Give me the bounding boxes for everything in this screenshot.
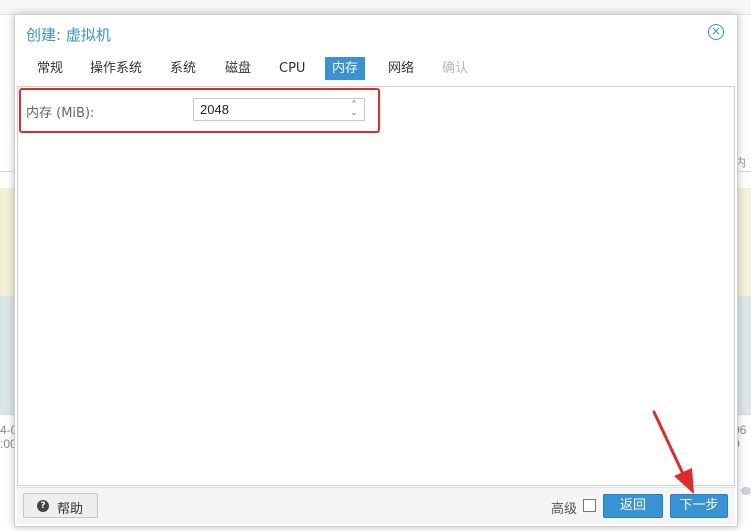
tab-memory[interactable]: 内存: [325, 57, 366, 80]
back-button[interactable]: 返回: [603, 494, 663, 518]
help-icon: ?: [37, 500, 49, 512]
tab-system[interactable]: 系统: [163, 57, 203, 80]
advanced-label: 高级: [551, 502, 578, 517]
dialog-footer: ? 帮助 高级 返回 下一步: [17, 487, 735, 524]
advanced-checkbox[interactable]: [583, 499, 596, 512]
memory-panel: 内存 (MiB): 2048 ⌃ ⌄: [17, 86, 735, 486]
background-scroll-handle: [741, 487, 751, 495]
tab-disk[interactable]: 磁盘: [218, 57, 258, 80]
dialog-header: 创建: 虚拟机 ×: [15, 15, 737, 51]
help-button-label: 帮助: [57, 502, 84, 517]
wizard-tabbar: 常规 操作系统 系统 磁盘 CPU 内存 网络 确认: [15, 55, 737, 83]
next-button[interactable]: 下一步: [670, 494, 728, 518]
tab-os[interactable]: 操作系统: [83, 57, 149, 80]
background-toolbar: [0, 0, 751, 15]
annotation-highlight-box: [19, 88, 380, 133]
dialog-title: 创建: 虚拟机: [26, 26, 111, 44]
tab-general[interactable]: 常规: [30, 57, 70, 80]
tab-confirm: 确认: [442, 61, 469, 76]
close-icon[interactable]: ×: [708, 24, 724, 40]
tab-network[interactable]: 网络: [381, 57, 421, 80]
tab-cpu[interactable]: CPU: [272, 57, 312, 80]
help-button[interactable]: ? 帮助: [23, 493, 98, 518]
